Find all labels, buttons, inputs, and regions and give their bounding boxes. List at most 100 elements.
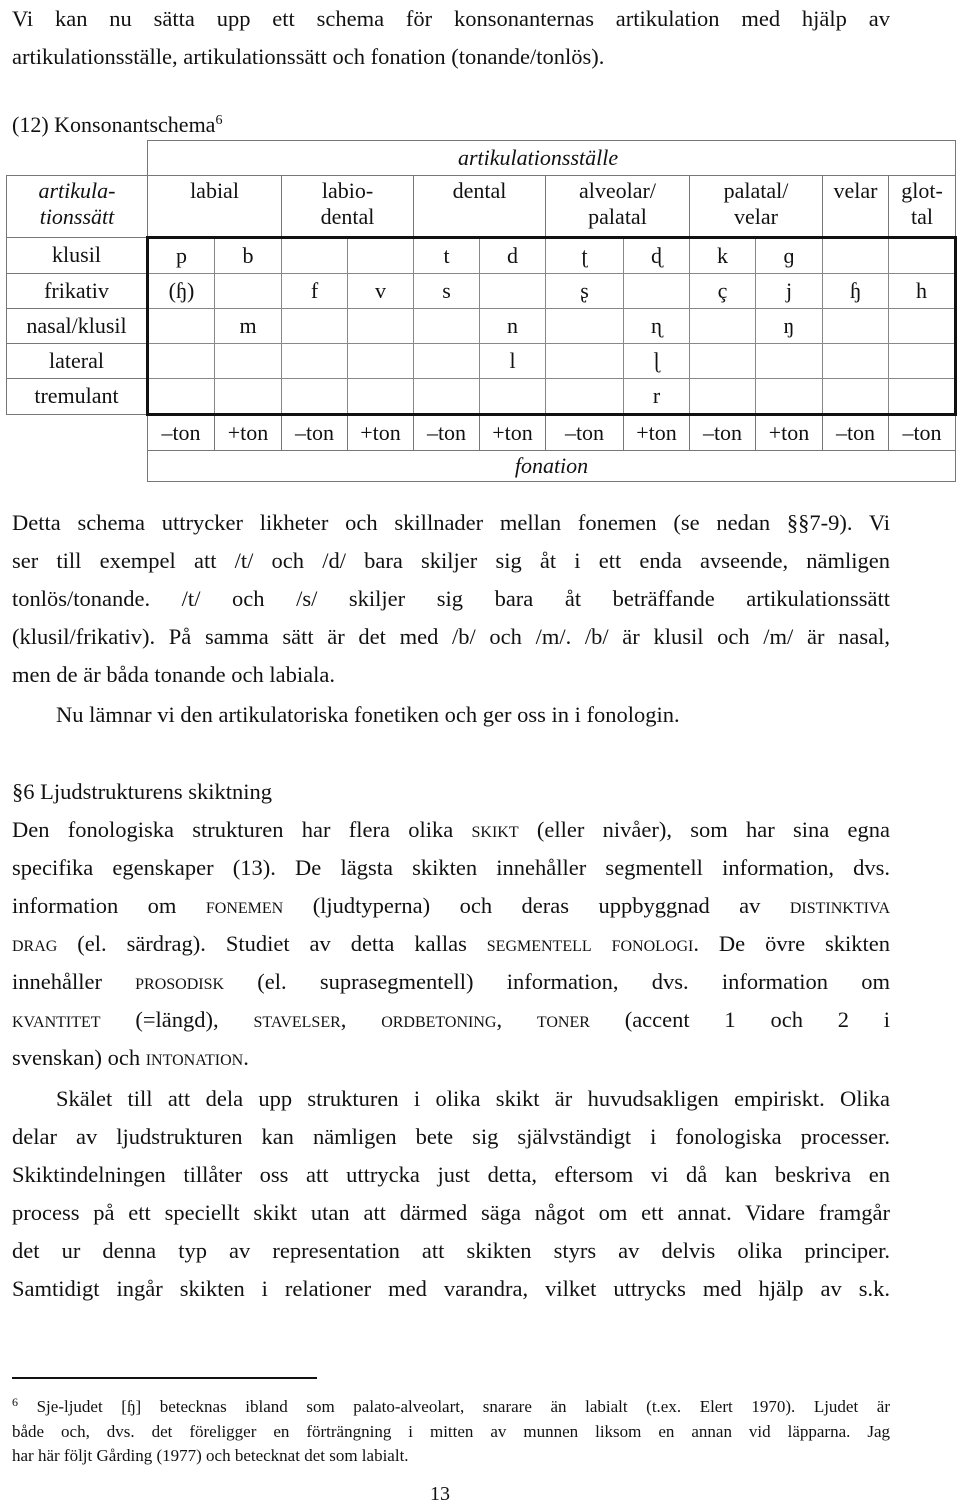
table-row: tremulant r bbox=[6, 377, 957, 416]
place-header: artikulationsställe bbox=[147, 140, 956, 176]
phoneme-cell bbox=[545, 307, 624, 344]
manner-label: nasal/klusil bbox=[6, 307, 148, 344]
phoneme-cell bbox=[146, 307, 215, 344]
manner-label: klusil bbox=[6, 236, 148, 274]
phoneme-cell bbox=[146, 377, 215, 416]
phoneme-cell bbox=[822, 307, 889, 344]
phoneme-cell: ɡ bbox=[755, 235, 823, 274]
footnote-mark: 6 bbox=[12, 1395, 18, 1409]
table-header-row: artikulationsställe bbox=[7, 140, 956, 176]
phonation-label-row: fonation bbox=[7, 449, 956, 482]
place-label-line: velar bbox=[734, 203, 778, 229]
manner-label: frikativ bbox=[6, 272, 148, 309]
phoneme-cell bbox=[479, 377, 546, 416]
text-segment: information om bbox=[12, 893, 206, 918]
page-number: 13 bbox=[430, 1483, 450, 1505]
phoneme-cell: ɖ bbox=[623, 235, 690, 274]
phoneme-cell bbox=[689, 342, 756, 379]
phonation-cell: –ton bbox=[413, 413, 480, 451]
phonation-label: fonation bbox=[147, 449, 956, 482]
table-row: lateral l ɭ bbox=[6, 342, 957, 379]
text-segment: . De övre skikten bbox=[693, 931, 890, 956]
phoneme-cell: f bbox=[281, 272, 348, 309]
term-small-caps: toner bbox=[536, 1007, 590, 1032]
phoneme-cell bbox=[347, 307, 414, 344]
phoneme-cell: s bbox=[413, 272, 480, 309]
text-line: information om fonemen (ljudtyperna) och… bbox=[12, 887, 890, 925]
text-segment: innehåller bbox=[12, 969, 136, 994]
phoneme-cell bbox=[281, 377, 348, 416]
term-small-caps: ordbetoning bbox=[381, 1007, 497, 1032]
table-caption: (12) Konsonantschema6 bbox=[12, 112, 222, 138]
text-segment: svenskan) och bbox=[12, 1045, 146, 1070]
place-label-line: alveolar/ bbox=[579, 177, 656, 203]
place-label-line: palatal bbox=[588, 203, 647, 229]
table-row: klusil p b t d ʈ ɖ k ɡ bbox=[6, 235, 957, 274]
text-line: (klusil/frikativ). På samma sätt är det … bbox=[12, 624, 890, 649]
phoneme-cell: n bbox=[479, 307, 546, 344]
term-small-caps: intonation bbox=[145, 1045, 244, 1070]
manner-header: artikula- tionssätt bbox=[6, 174, 148, 238]
footnote-text: har här följt Gårding (1977) och beteckn… bbox=[12, 1446, 409, 1465]
phoneme-cell bbox=[347, 235, 414, 274]
phoneme-cell bbox=[623, 272, 690, 309]
phonation-cell: +ton bbox=[479, 413, 546, 451]
place-label: velar bbox=[822, 174, 889, 238]
phoneme-cell: ʂ bbox=[545, 272, 624, 309]
phonation-cell: +ton bbox=[755, 413, 823, 451]
paragraph-motivation: Skälet till att dela upp strukturen i ol… bbox=[12, 1080, 890, 1308]
text-segment: (eller nivåer), som har sina egna bbox=[518, 817, 890, 842]
phoneme-cell bbox=[413, 342, 480, 379]
paragraph-transition: Nu lämnar vi den artikulatoriska fonetik… bbox=[56, 702, 680, 727]
text-line: det ur denna typ av representation att s… bbox=[12, 1238, 890, 1263]
text-segment: , bbox=[340, 1007, 382, 1032]
phoneme-cell bbox=[281, 342, 348, 379]
phoneme-cell: ŋ bbox=[755, 307, 823, 344]
footnote-text: Sje-ljudet [ɧ] betecknas ibland som pala… bbox=[36, 1397, 890, 1416]
phoneme-cell: (ɧ) bbox=[146, 272, 215, 309]
phoneme-cell: p bbox=[146, 235, 215, 274]
phonation-cell: –ton bbox=[689, 413, 756, 451]
phoneme-cell bbox=[347, 342, 414, 379]
phoneme-cell bbox=[347, 377, 414, 416]
phonation-cell: +ton bbox=[623, 413, 690, 451]
text-line: ser till exempel att /t/ och /d/ bara sk… bbox=[12, 548, 890, 573]
place-label-line: velar bbox=[833, 177, 878, 203]
footnote-line: både och, dvs. det föreligger en förträn… bbox=[12, 1420, 890, 1445]
phoneme-cell bbox=[146, 342, 215, 379]
phoneme-cell bbox=[888, 307, 957, 344]
intro-line: Vi kan nu sätta upp ett schema för konso… bbox=[12, 6, 890, 31]
phoneme-cell bbox=[413, 307, 480, 344]
phoneme-cell: ɧ bbox=[822, 272, 889, 309]
phoneme-cell: d bbox=[479, 235, 546, 274]
phoneme-cell: k bbox=[689, 235, 756, 274]
phoneme-cell: ɭ bbox=[623, 342, 690, 379]
text-segment: , bbox=[496, 1007, 537, 1032]
phoneme-cell: ʈ bbox=[545, 235, 624, 274]
phoneme-cell bbox=[281, 307, 348, 344]
empty-cell bbox=[7, 450, 148, 481]
text-line: process på ett speciellt skikt utan att … bbox=[12, 1200, 890, 1225]
text-line: Skälet till att dela upp strukturen i ol… bbox=[56, 1086, 890, 1111]
phoneme-cell bbox=[822, 377, 889, 416]
caption-text: (12) Konsonantschema bbox=[12, 112, 216, 137]
text-line: men de är båda tonande och labiala. bbox=[12, 662, 335, 687]
place-label: dental bbox=[413, 174, 546, 238]
place-label-line: dental bbox=[320, 203, 375, 229]
term-small-caps: stavelser bbox=[253, 1007, 341, 1032]
phoneme-cell: m bbox=[214, 307, 282, 344]
footnote-line: har här följt Gårding (1977) och beteckn… bbox=[12, 1444, 890, 1469]
place-label-line: tal bbox=[911, 203, 933, 229]
phoneme-cell: j bbox=[755, 272, 823, 309]
text-segment: (ljudtyperna) och deras uppbyggnad av bbox=[283, 893, 790, 918]
phoneme-cell bbox=[545, 342, 624, 379]
manner-label: tremulant bbox=[6, 377, 148, 415]
empty-cell bbox=[7, 141, 148, 176]
paragraph-layers: Den fonologiska strukturen har flera oli… bbox=[12, 811, 890, 1077]
paragraph-schema-explanation: Detta schema uttrycker likheter och skil… bbox=[12, 504, 890, 694]
phoneme-cell: l bbox=[479, 342, 546, 379]
phoneme-cell bbox=[888, 342, 957, 379]
phoneme-cell bbox=[281, 235, 348, 274]
phoneme-cell bbox=[214, 377, 282, 416]
place-label-line: glot- bbox=[901, 177, 943, 203]
